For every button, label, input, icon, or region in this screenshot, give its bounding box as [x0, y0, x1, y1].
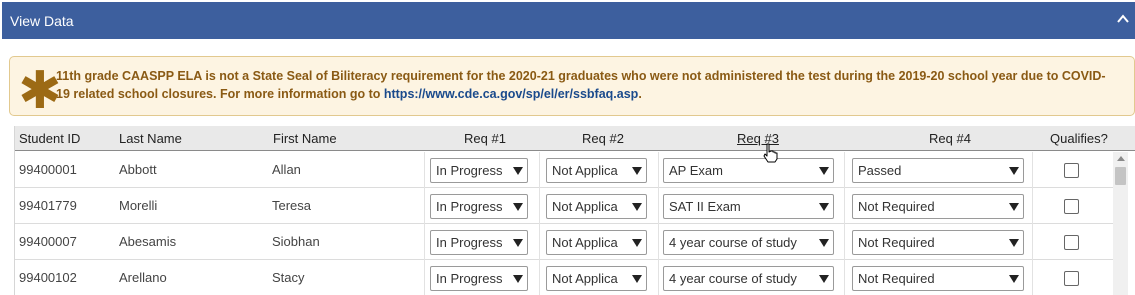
req3-value: 4 year course of study — [669, 235, 797, 250]
last-name: Morelli — [119, 198, 158, 213]
req4-value: Not Required — [858, 271, 935, 286]
qualifies-checkbox[interactable] — [1064, 163, 1079, 178]
last-name: Arellano — [119, 270, 167, 285]
dropdown-arrow-icon — [819, 239, 829, 247]
panel-title: View Data — [10, 12, 74, 29]
req3-select[interactable]: 4 year course of study — [663, 230, 834, 255]
req1-select[interactable]: In Progress — [430, 194, 528, 219]
col-qualifies[interactable]: Qualifies? — [1050, 131, 1108, 146]
req1-value: In Progress — [436, 163, 503, 178]
req1-select[interactable]: In Progress — [430, 266, 528, 291]
dropdown-arrow-icon — [632, 203, 642, 211]
col-last-name[interactable]: Last Name — [119, 131, 182, 146]
req4-select[interactable]: Not Required — [852, 194, 1024, 219]
dropdown-arrow-icon — [819, 203, 829, 211]
scroll-up-arrow-icon[interactable] — [1117, 156, 1125, 161]
qualifies-checkbox[interactable] — [1064, 271, 1079, 286]
req4-value: Not Required — [858, 235, 935, 250]
req3-value: 4 year course of study — [669, 271, 797, 286]
dropdown-arrow-icon — [1009, 275, 1019, 283]
req4-value: Not Required — [858, 199, 935, 214]
grid-header: Student ID Last Name First Name Req #1 R… — [15, 126, 1135, 151]
first-name: Stacy — [272, 270, 305, 285]
qualifies-checkbox[interactable] — [1064, 199, 1079, 214]
req4-value: Passed — [858, 163, 902, 178]
dropdown-arrow-icon — [632, 239, 642, 247]
req1-select[interactable]: In Progress — [430, 230, 528, 255]
student-id: 99401779 — [19, 198, 77, 213]
last-name: Abbott — [119, 162, 157, 177]
req2-select[interactable]: Not Applica — [546, 158, 647, 183]
table-row: 99400102 Arellano Stacy In Progress Not … — [15, 260, 1115, 295]
req1-value: In Progress — [436, 271, 503, 286]
student-id: 99400007 — [19, 234, 77, 249]
table-row: 99401779 Morelli Teresa In Progress Not … — [15, 188, 1115, 224]
req4-select[interactable]: Not Required — [852, 230, 1024, 255]
req3-select[interactable]: AP Exam — [663, 158, 834, 183]
col-student-id[interactable]: Student ID — [19, 131, 80, 146]
req2-value: Not Applica — [552, 235, 618, 250]
hand-cursor-icon — [763, 143, 778, 163]
req3-value: AP Exam — [669, 163, 723, 178]
dropdown-arrow-icon — [513, 239, 523, 247]
dropdown-arrow-icon — [1009, 167, 1019, 175]
dropdown-arrow-icon — [513, 275, 523, 283]
req2-select[interactable]: Not Applica — [546, 194, 647, 219]
dropdown-arrow-icon — [1009, 203, 1019, 211]
dropdown-arrow-icon — [819, 167, 829, 175]
req1-value: In Progress — [436, 199, 503, 214]
req3-select[interactable]: SAT II Exam — [663, 194, 834, 219]
student-id: 99400001 — [19, 162, 77, 177]
panel-header: View Data — [2, 2, 1135, 39]
col-req2[interactable]: Req #2 — [582, 131, 624, 146]
col-first-name[interactable]: First Name — [273, 131, 337, 146]
col-req4[interactable]: Req #4 — [929, 131, 971, 146]
req1-value: In Progress — [436, 235, 503, 250]
qualifies-checkbox[interactable] — [1064, 235, 1079, 250]
student-grid: Student ID Last Name First Name Req #1 R… — [14, 126, 1135, 295]
req2-value: Not Applica — [552, 163, 618, 178]
covid-notice: ✱ 11th grade CAASPP ELA is not a State S… — [9, 56, 1135, 121]
req3-value: SAT II Exam — [669, 199, 741, 214]
last-name: Abesamis — [119, 234, 177, 249]
table-row: 99400007 Abesamis Siobhan In Progress No… — [15, 224, 1115, 260]
table-row: 99400001 Abbott Allan In Progress Not Ap… — [15, 152, 1115, 188]
dropdown-arrow-icon — [513, 167, 523, 175]
notice-suffix: . — [638, 87, 642, 101]
notice-message: 11th grade CAASPP ELA is not a State Sea… — [56, 67, 1116, 103]
req3-select[interactable]: 4 year course of study — [663, 266, 834, 291]
scrollbar-thumb[interactable] — [1115, 167, 1126, 185]
req2-select[interactable]: Not Applica — [546, 230, 647, 255]
req1-select[interactable]: In Progress — [430, 158, 528, 183]
req2-select[interactable]: Not Applica — [546, 266, 647, 291]
notice-link[interactable]: https://www.cde.ca.gov/sp/el/er/ssbfaq.a… — [384, 87, 638, 101]
first-name: Siobhan — [272, 234, 320, 249]
dropdown-arrow-icon — [1009, 239, 1019, 247]
col-req1[interactable]: Req #1 — [464, 131, 506, 146]
dropdown-arrow-icon — [819, 275, 829, 283]
chevron-up-icon[interactable] — [1115, 11, 1131, 27]
req4-select[interactable]: Passed — [852, 158, 1024, 183]
first-name: Allan — [272, 162, 301, 177]
req4-select[interactable]: Not Required — [852, 266, 1024, 291]
vertical-scrollbar[interactable] — [1113, 152, 1128, 295]
dropdown-arrow-icon — [632, 167, 642, 175]
dropdown-arrow-icon — [632, 275, 642, 283]
asterisk-icon: ✱ — [18, 61, 62, 121]
req2-value: Not Applica — [552, 271, 618, 286]
first-name: Teresa — [272, 198, 312, 213]
req2-value: Not Applica — [552, 199, 618, 214]
dropdown-arrow-icon — [513, 203, 523, 211]
student-id: 99400102 — [19, 270, 77, 285]
